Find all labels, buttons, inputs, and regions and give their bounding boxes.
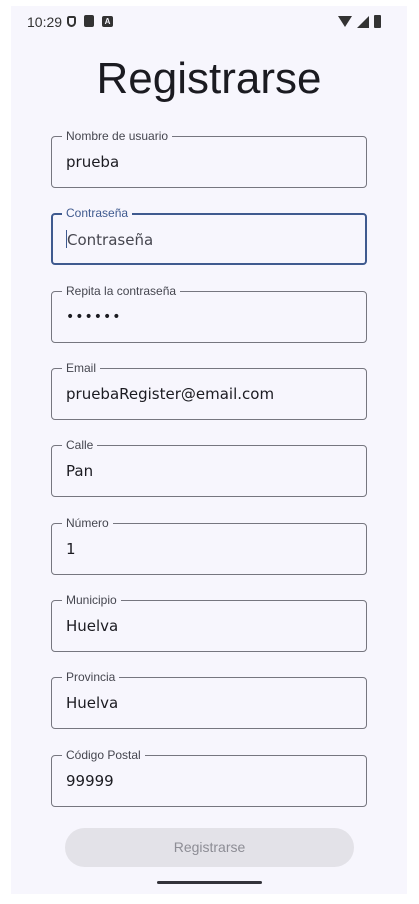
signal-icon (357, 15, 369, 28)
street-value: Pan (66, 462, 94, 480)
email-field[interactable]: Email pruebaRegister@email.com (51, 360, 367, 420)
email-label: Email (62, 360, 101, 376)
repeat-password-field[interactable]: Repita la contraseña •••••• (51, 283, 367, 343)
status-icons-left: A (67, 15, 113, 27)
email-value: pruebaRegister@email.com (66, 385, 275, 403)
battery-icon (374, 15, 381, 28)
province-field[interactable]: Provincia Huelva (51, 669, 367, 729)
street-field[interactable]: Calle Pan (51, 437, 367, 497)
postal-code-value: 99999 (66, 772, 114, 790)
postal-code-field[interactable]: Código Postal 99999 (51, 747, 367, 807)
shield-icon (67, 15, 76, 27)
repeat-password-value: •••••• (66, 309, 122, 325)
postal-code-label: Código Postal (62, 747, 145, 763)
sim-icon (84, 15, 94, 27)
page-title: Registrarse (96, 54, 322, 103)
municipality-field[interactable]: Municipio Huelva (51, 592, 367, 652)
wifi-icon (338, 16, 352, 27)
gesture-nav-handle[interactable] (157, 881, 262, 884)
number-field[interactable]: Número 1 (51, 515, 367, 575)
password-placeholder: Contraseña (67, 231, 154, 249)
username-label: Nombre de usuario (62, 128, 173, 144)
repeat-password-label: Repita la contraseña (62, 283, 181, 299)
street-label: Calle (62, 437, 98, 453)
status-bar: 10:29 A (11, 6, 407, 36)
number-value: 1 (66, 540, 76, 558)
status-time: 10:29 (27, 14, 63, 30)
municipality-value: Huelva (66, 617, 119, 635)
number-label: Número (62, 515, 113, 531)
province-label: Provincia (62, 669, 120, 685)
username-value: prueba (66, 153, 120, 171)
username-field[interactable]: Nombre de usuario prueba (51, 128, 367, 188)
province-value: Huelva (66, 694, 119, 712)
a-icon: A (102, 15, 113, 27)
app-screen: 10:29 A Registrarse Nombre de usuario pr… (11, 6, 407, 894)
password-field[interactable]: Contraseña Contraseña (51, 205, 367, 265)
password-input-area[interactable]: Contraseña (66, 230, 153, 249)
status-icons-right (338, 15, 381, 28)
password-label: Contraseña (62, 205, 133, 221)
register-button[interactable]: Registrarse (65, 828, 354, 867)
municipality-label: Municipio (62, 592, 121, 608)
